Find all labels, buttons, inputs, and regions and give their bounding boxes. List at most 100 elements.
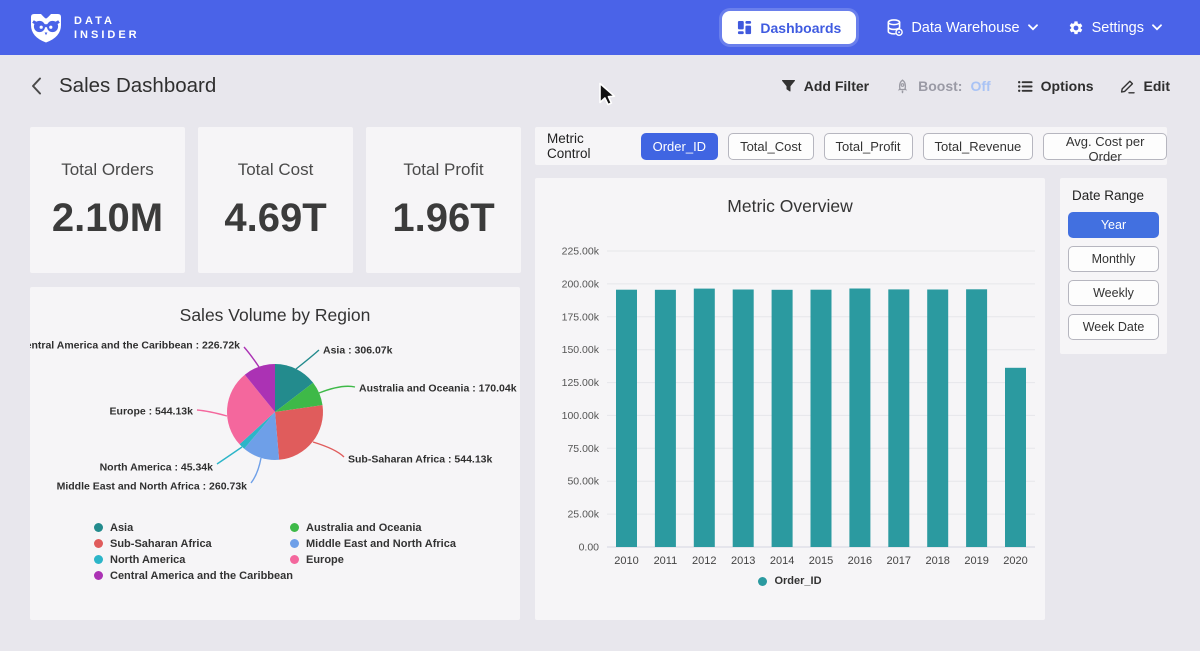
filter-icon <box>781 79 796 93</box>
chevron-down-icon <box>1028 24 1038 31</box>
legend-dot <box>290 555 299 564</box>
bar-2015[interactable] <box>811 290 832 547</box>
database-icon <box>886 19 903 36</box>
legend-item-australia-and-oceania[interactable]: Australia and Oceania <box>290 521 520 534</box>
legend-label: Asia <box>110 522 133 534</box>
legend-item-central-america-and-the-caribbean[interactable]: Central America and the Caribbean <box>94 569 290 582</box>
chevron-down-icon <box>1152 24 1162 31</box>
brand-name: DATA INSIDER <box>74 14 140 42</box>
pie-slice-label: Europe : 544.13k <box>110 406 194 418</box>
legend-label: Australia and Oceania <box>306 522 422 534</box>
kpi-value: 4.69T <box>224 196 326 241</box>
pie-label-line <box>319 386 355 393</box>
bar-2016[interactable] <box>849 289 870 548</box>
y-axis-tick: 175.00k <box>562 311 600 323</box>
legend-label: Central America and the Caribbean <box>110 570 293 582</box>
legend-item-sub-saharan-africa[interactable]: Sub-Saharan Africa <box>94 537 290 550</box>
page-title: Sales Dashboard <box>59 74 216 98</box>
bar-2010[interactable] <box>616 290 637 547</box>
metric-option-total-cost[interactable]: Total_Cost <box>728 133 813 160</box>
pie-chart-card: Sales Volume by Region Asia : 306.07kAus… <box>30 287 520 620</box>
legend-label: North America <box>110 554 185 566</box>
pie-label-line <box>251 458 261 483</box>
bar-chart-card: Metric Overview 0.0025.00k50.00k75.00k10… <box>535 178 1045 620</box>
back-button[interactable] <box>30 76 43 96</box>
y-axis-tick: 200.00k <box>562 278 600 290</box>
bar-2019[interactable] <box>966 289 987 547</box>
legend-dot <box>94 571 103 580</box>
y-axis-tick: 0.00 <box>579 542 600 554</box>
metric-option-avg-cost-per-order[interactable]: Avg. Cost per Order <box>1043 133 1167 160</box>
legend-dot <box>94 539 103 548</box>
options-button[interactable]: Options <box>1017 78 1094 94</box>
list-icon <box>1017 79 1033 94</box>
pie-label-line <box>313 442 344 457</box>
metric-option-total-revenue[interactable]: Total_Revenue <box>923 133 1034 160</box>
dashboards-button[interactable]: Dashboards <box>722 11 856 44</box>
pie-label-line <box>197 410 227 416</box>
x-axis-tick: 2019 <box>964 555 988 567</box>
pie-chart-title: Sales Volume by Region <box>30 287 520 326</box>
bar-legend: Order_ID <box>535 575 1045 587</box>
pie-slice-label: Central America and the Caribbean : 226.… <box>30 340 240 352</box>
pie-legend: Asia Australia and Oceania Sub-Saharan Afr… <box>94 521 520 582</box>
legend-dot <box>290 539 299 548</box>
pie-slice-label: Middle East and North Africa : 260.73k <box>57 481 248 493</box>
bar-2011[interactable] <box>655 290 676 547</box>
pie-chart[interactable]: Asia : 306.07kAustralia and Oceania : 17… <box>30 332 520 517</box>
kpi-label: Total Profit <box>403 160 483 180</box>
pie-slice-sub-saharan-africa[interactable] <box>275 405 323 460</box>
pie-label-line <box>244 347 259 367</box>
kpi-card-total-profit: Total Profit 1.96T <box>366 127 521 273</box>
settings-menu[interactable]: Settings <box>1068 20 1162 36</box>
edit-button[interactable]: Edit <box>1120 78 1170 94</box>
date-range-option-week-date[interactable]: Week Date <box>1068 314 1159 340</box>
y-axis-tick: 25.00k <box>567 509 599 521</box>
kpi-card-total-cost: Total Cost4.69T <box>198 127 353 273</box>
bar-2018[interactable] <box>927 290 948 548</box>
add-filter-button[interactable]: Add Filter <box>781 78 869 94</box>
date-range-option-monthly[interactable]: Monthly <box>1068 246 1159 272</box>
pie-label-line <box>217 447 242 464</box>
metric-control-label: Metric Control <box>547 131 629 161</box>
date-range-panel: Date Range YearMonthlyWeeklyWeek Date <box>1060 178 1167 354</box>
x-axis-tick: 2011 <box>654 555 678 567</box>
x-axis-tick: 2017 <box>887 555 911 567</box>
bar-chart[interactable]: 0.0025.00k50.00k75.00k100.00k125.00k150.… <box>535 223 1045 573</box>
bar-2014[interactable] <box>772 290 793 547</box>
kpi-label: Total Orders <box>61 160 154 180</box>
boost-toggle[interactable]: Boost: Off <box>895 78 991 94</box>
date-range-option-weekly[interactable]: Weekly <box>1068 280 1159 306</box>
owl-logo-icon <box>28 11 64 45</box>
bar-2012[interactable] <box>694 289 715 547</box>
legend-label: Europe <box>306 554 344 566</box>
legend-item-north-america[interactable]: North America <box>94 553 290 566</box>
date-range-option-year[interactable]: Year <box>1068 212 1159 238</box>
pencil-icon <box>1120 78 1136 94</box>
x-axis-tick: 2014 <box>770 555 794 567</box>
legend-label: Sub-Saharan Africa <box>110 538 212 550</box>
kpi-value: 2.10M <box>52 196 163 241</box>
y-axis-tick: 100.00k <box>562 410 600 422</box>
metric-option-order-id[interactable]: Order_ID <box>641 133 718 160</box>
bar-2020[interactable] <box>1005 368 1026 547</box>
legend-item-europe[interactable]: Europe <box>290 553 520 566</box>
bar-legend-label: Order_ID <box>774 575 821 587</box>
rocket-icon <box>895 79 910 94</box>
pie-slice-label: North America : 45.34k <box>100 462 214 474</box>
bar-chart-title: Metric Overview <box>535 178 1045 217</box>
boost-state: Off <box>970 78 990 94</box>
brand-logo[interactable]: DATA INSIDER <box>28 11 140 45</box>
pie-label-line <box>296 350 319 369</box>
bar-2013[interactable] <box>733 290 754 548</box>
x-axis-tick: 2018 <box>925 555 949 567</box>
bar-2017[interactable] <box>888 289 909 547</box>
legend-item-asia[interactable]: Asia <box>94 521 290 534</box>
x-axis-tick: 2015 <box>809 555 833 567</box>
legend-item-middle-east-and-north-africa[interactable]: Middle East and North Africa <box>290 537 520 550</box>
metric-option-total-profit[interactable]: Total_Profit <box>824 133 913 160</box>
data-warehouse-menu[interactable]: Data Warehouse <box>886 19 1037 36</box>
y-axis-tick: 225.00k <box>562 246 600 258</box>
y-axis-tick: 150.00k <box>562 344 600 356</box>
kpi-value: 1.96T <box>392 196 494 241</box>
